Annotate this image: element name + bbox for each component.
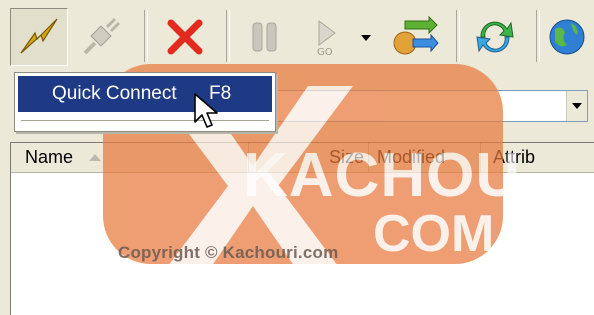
web-button[interactable] [544, 8, 594, 66]
disconnect-button[interactable] [72, 8, 130, 66]
column-modified-label: Modified [377, 147, 446, 167]
menu-separator [21, 120, 269, 122]
column-size[interactable]: Size [249, 143, 369, 172]
column-name[interactable]: Name [11, 143, 249, 172]
abort-button[interactable] [156, 8, 214, 66]
column-attrib-label: Attrib [493, 147, 536, 167]
address-combobox[interactable] [270, 90, 588, 122]
red-x-icon [167, 19, 203, 55]
file-list-panel[interactable]: Name Size Modified Attrib [10, 142, 594, 315]
transfer-button[interactable] [386, 8, 444, 66]
refresh-icon [476, 21, 514, 53]
toolbar: GO [0, 0, 594, 74]
go-dropdown-arrow-icon[interactable] [361, 35, 371, 41]
column-name-label: Name [25, 147, 74, 167]
quick-connect-menu: Quick Connect F8 [14, 72, 276, 132]
quick-connect-button[interactable] [10, 8, 68, 66]
column-size-label: Size [328, 147, 364, 167]
copyright-watermark-text: Copyright © Kachouri.com [118, 243, 339, 262]
transfer-arrows-icon [393, 15, 439, 55]
globe-icon [549, 19, 585, 55]
menu-item-label: Quick Connect [52, 83, 177, 104]
sort-arrow-icon [89, 154, 101, 161]
lightning-icon [20, 18, 58, 54]
pause-icon [252, 22, 277, 52]
menu-item-quick-connect[interactable]: Quick Connect F8 [18, 76, 272, 112]
file-list-header: Name Size Modified Attrib [11, 143, 594, 173]
combobox-dropdown-button[interactable] [566, 91, 587, 121]
play-go-icon: GO [317, 20, 336, 58]
plug-icon [83, 17, 121, 55]
column-attrib[interactable]: Attrib [481, 143, 594, 172]
pause-button[interactable] [236, 8, 294, 66]
refresh-button[interactable] [466, 8, 524, 66]
mouse-cursor-icon [194, 93, 218, 128]
column-modified[interactable]: Modified [369, 143, 481, 172]
svg-text:GO: GO [317, 47, 333, 58]
go-button[interactable]: GO [298, 8, 356, 66]
